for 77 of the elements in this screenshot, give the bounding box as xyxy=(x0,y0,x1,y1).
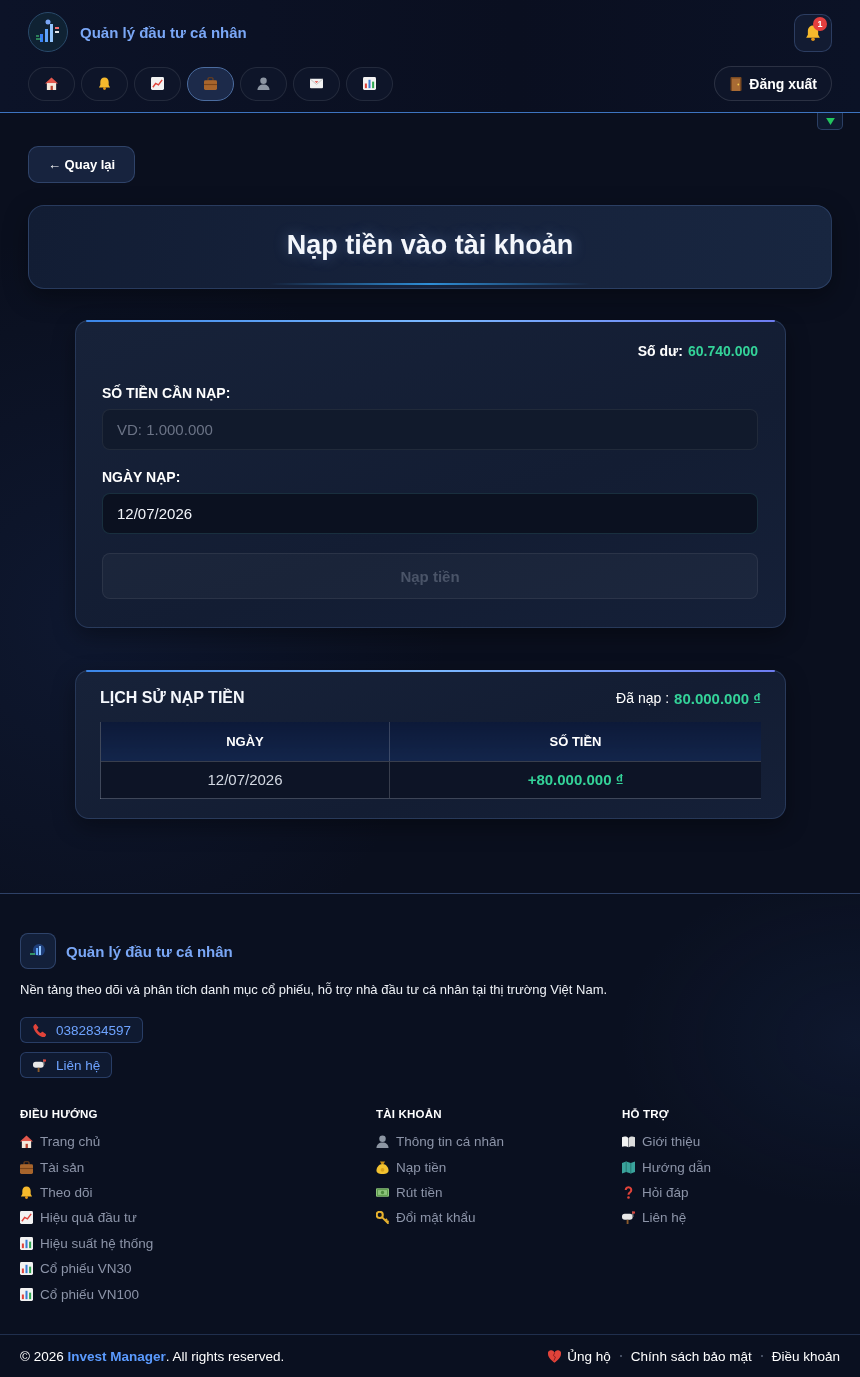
footer-heading: HỖ TRỢ xyxy=(622,1107,669,1122)
contact-link[interactable]: Liên hệ xyxy=(20,1052,113,1078)
app-title: Quản lý đầu tư cá nhân xyxy=(80,23,247,41)
bar-chart-icon xyxy=(20,1287,33,1301)
footer-bottom-link[interactable]: Điều khoản xyxy=(771,1348,840,1364)
invest-manager-link[interactable]: Invest Manager xyxy=(67,1348,166,1364)
column-header: SỐ TIỀN xyxy=(389,722,761,761)
notification-button[interactable]: 1 xyxy=(794,14,832,52)
key-icon xyxy=(376,1211,389,1225)
footer-heading: TÀI KHOẢN xyxy=(376,1107,442,1122)
footer-link[interactable]: Đổi mật khẩu xyxy=(376,1205,476,1231)
footer-link[interactable]: Tài sản xyxy=(20,1154,85,1180)
phone-link[interactable]: 0382834597 xyxy=(20,1017,144,1043)
footer-link[interactable]: Hiệu suất hệ thống xyxy=(20,1230,154,1256)
briefcase-icon xyxy=(204,77,217,90)
logout-button[interactable]: Đăng xuất xyxy=(714,66,832,101)
footer-link[interactable]: Hướng dẫn xyxy=(622,1154,711,1180)
bar-chart-icon xyxy=(363,77,376,90)
footer-link[interactable]: Cổ phiếu VN100 xyxy=(20,1281,140,1307)
footer-link[interactable]: Theo dõi xyxy=(20,1179,93,1206)
footer-link[interactable]: Thông tin cá nhân xyxy=(376,1129,505,1155)
envelope-icon xyxy=(310,77,323,90)
open-book-icon xyxy=(622,1135,635,1149)
field-label: NGÀY NẠP: xyxy=(102,468,181,486)
footer-bottom-link[interactable]: Ủng hộ xyxy=(548,1348,611,1364)
footer-link[interactable]: Rút tiền xyxy=(376,1179,443,1206)
logo-icon xyxy=(20,933,56,969)
footer-link[interactable]: Trang chủ xyxy=(20,1129,101,1155)
notification-badge: 1 xyxy=(813,17,827,31)
chart-up-icon xyxy=(20,1211,33,1225)
section-title: LỊCH SỬ NẠP TIỀN xyxy=(100,689,245,707)
bar-chart-icon xyxy=(20,1262,33,1276)
house-icon xyxy=(20,1135,33,1149)
footer-link[interactable]: Nạp tiền xyxy=(376,1154,447,1180)
money-bag-icon xyxy=(376,1160,389,1174)
balance-value: 60.740.000 xyxy=(687,343,758,359)
banknote-icon xyxy=(376,1185,389,1199)
footer-link[interactable]: Liên hệ xyxy=(622,1205,687,1231)
back-button[interactable]: ← Quay lại xyxy=(28,146,136,183)
table-cell: 12/07/2026 xyxy=(100,761,390,798)
footer-brand: Quản lý đầu tư cá nhân xyxy=(66,942,233,960)
chart-up-icon xyxy=(151,77,164,90)
collapse-toggle[interactable] xyxy=(817,113,843,130)
door-icon xyxy=(729,76,744,91)
footer-heading: ĐIỀU HƯỚNG xyxy=(20,1107,98,1122)
footer-link[interactable]: Hỏi đáp xyxy=(622,1179,689,1206)
column-header: NGÀY xyxy=(100,722,390,761)
balance-label: Số dư: xyxy=(637,343,683,359)
mailbox-icon xyxy=(33,1058,46,1072)
footer-link[interactable]: Hiệu quả đầu tư xyxy=(20,1205,137,1231)
broken-heart-icon xyxy=(548,1349,562,1363)
caret-down-icon xyxy=(825,117,835,125)
footer-link[interactable]: Cổ phiếu VN30 xyxy=(20,1255,132,1282)
amount-input[interactable]: VD: 1.000.000 xyxy=(102,409,758,450)
page-title: Nạp tiền vào tài khoản xyxy=(286,229,574,261)
total-label: Đã nạp : xyxy=(616,690,670,706)
footer-description: Nền tảng theo dõi và phân tích danh mục cổ phiếu, hỗ trợ nhà đầu tư cá nhân tại thị trường Việt Nam. xyxy=(20,981,608,999)
total-value: 80.000.000 ₫ xyxy=(674,689,761,707)
bell-icon xyxy=(98,77,111,90)
footer-bottom-link[interactable]: Chính sách bảo mật xyxy=(630,1348,752,1364)
field-label: SỐ TIỀN CẦN NẠP: xyxy=(102,384,231,402)
bar-chart-icon xyxy=(20,1236,33,1250)
bell-icon xyxy=(20,1185,33,1199)
map-icon xyxy=(622,1160,635,1174)
briefcase-icon xyxy=(20,1160,33,1174)
question-mark-icon xyxy=(622,1185,635,1199)
copyright-text: © 2026 Invest Manager. All rights reserved. xyxy=(20,1348,285,1364)
date-input[interactable]: 12/07/2026 xyxy=(102,493,758,534)
phone-icon xyxy=(33,1023,46,1037)
logo-icon xyxy=(28,12,68,52)
person-icon xyxy=(257,77,270,90)
person-icon xyxy=(376,1135,389,1149)
house-icon xyxy=(45,77,58,90)
bell-icon xyxy=(805,25,821,41)
mailbox-icon xyxy=(622,1211,635,1225)
footer-link[interactable]: Giới thiệu xyxy=(622,1129,701,1155)
table-cell: +80.000.000 ₫ xyxy=(389,761,761,798)
